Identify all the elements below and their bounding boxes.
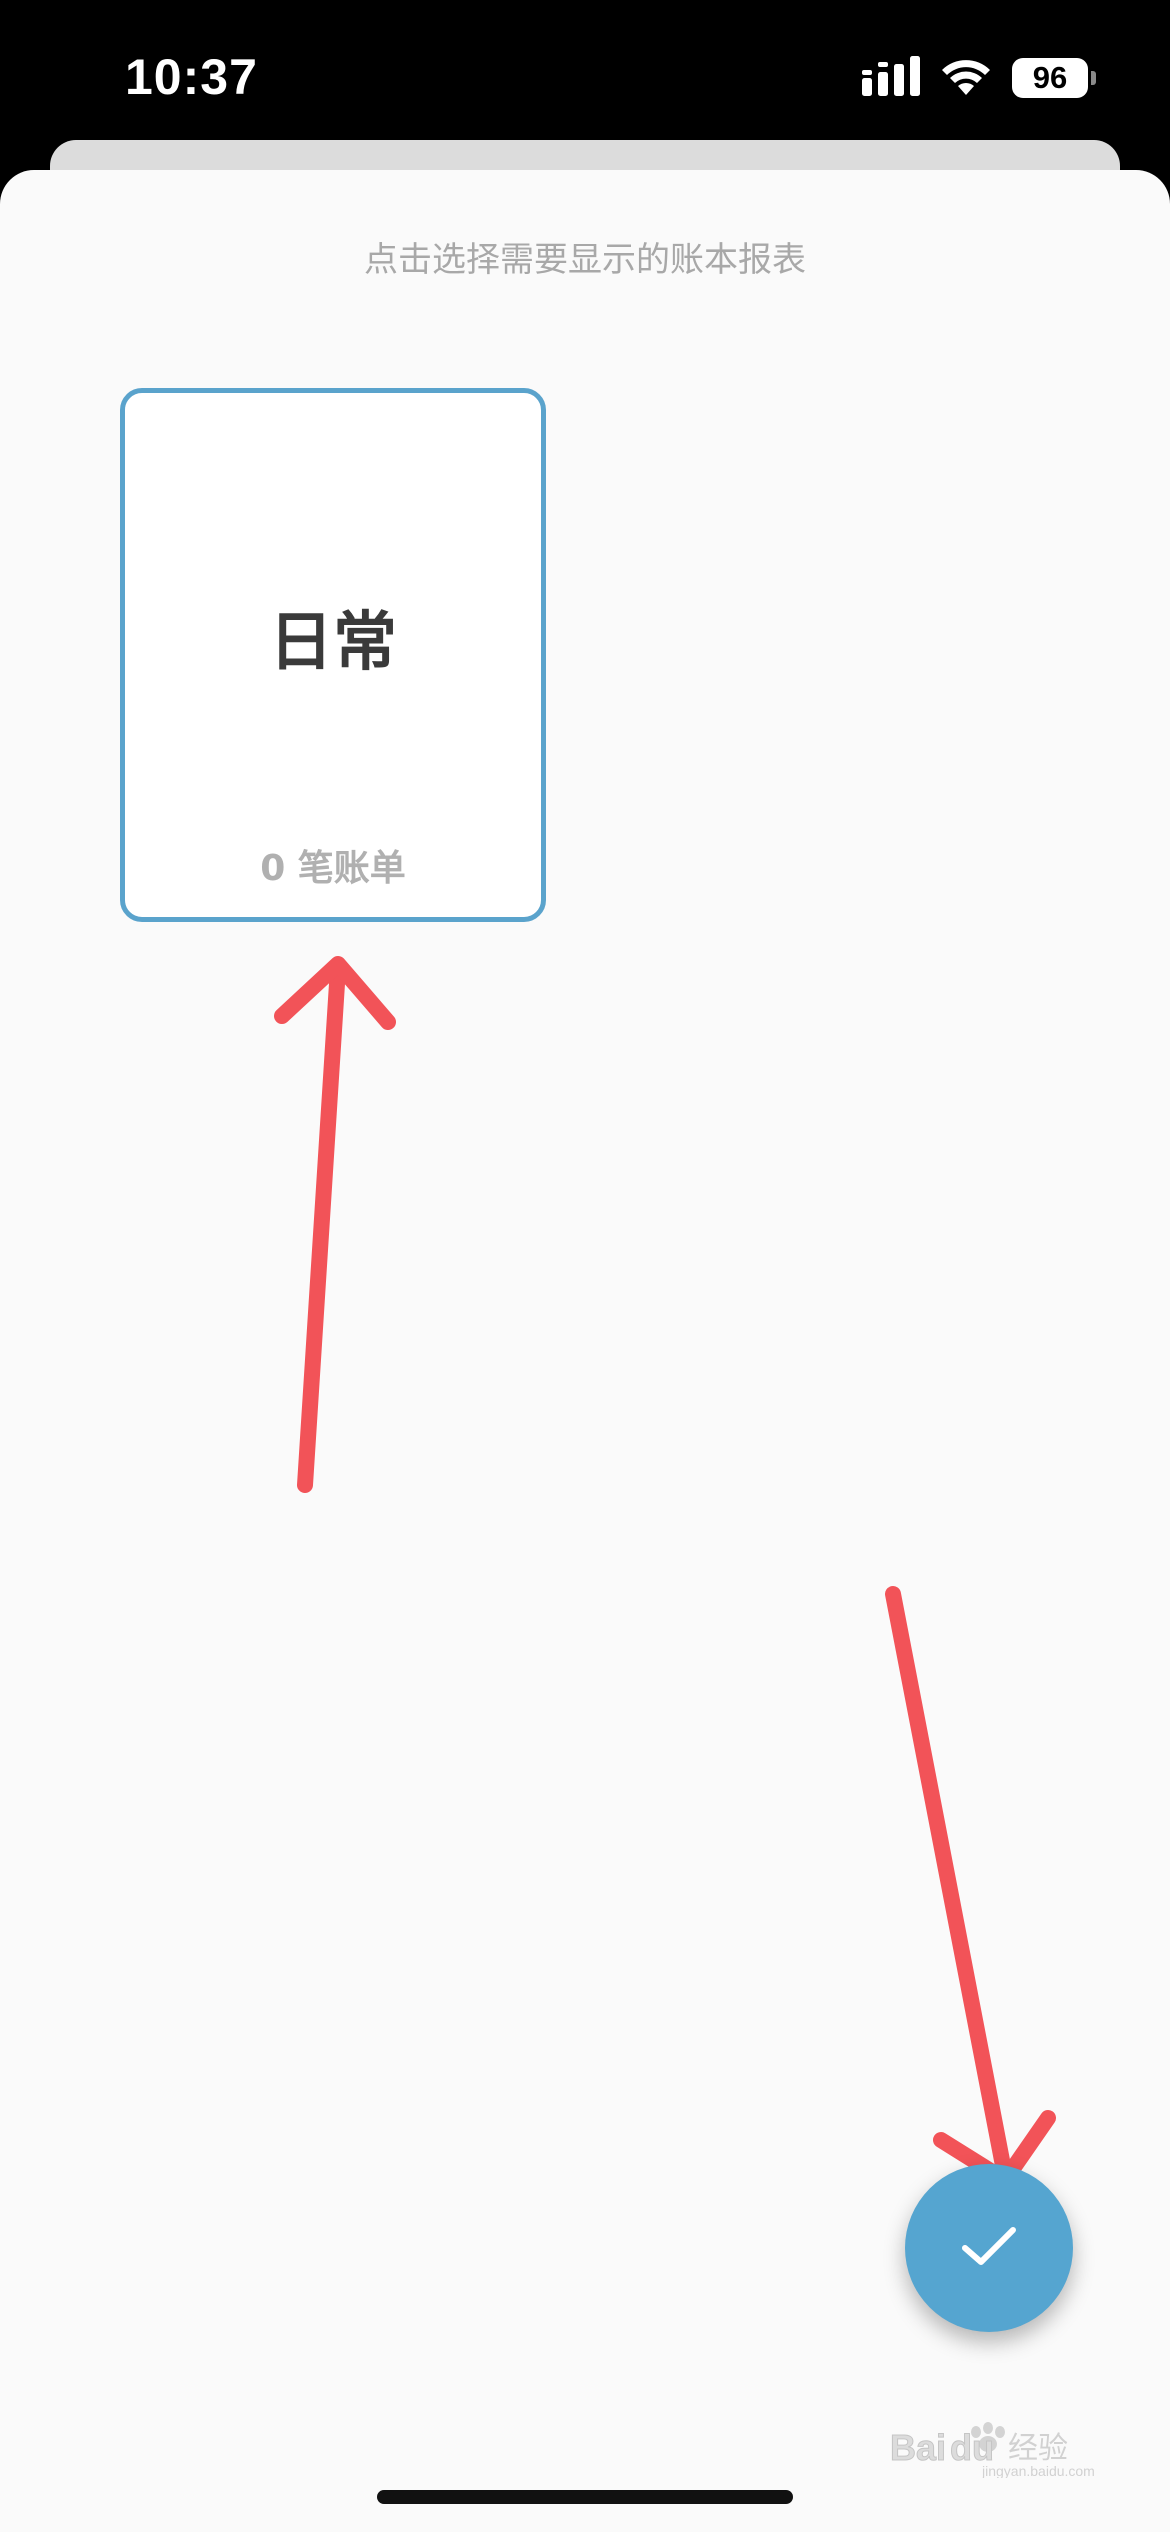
screen: 10:37 96 点击选择需要显示的账本报表 日常 0 笔账单 Bai du 经… (0, 0, 1170, 2532)
battery-nub (1091, 71, 1096, 85)
ledger-card[interactable]: 日常 0 笔账单 (120, 388, 546, 922)
baidu-jingyan-watermark: Bai du 经验 jingyan.baidu.com (890, 2422, 1095, 2478)
ledger-bill-count: 0 笔账单 (260, 848, 406, 889)
svg-text:经验: 经验 (1008, 2431, 1068, 2466)
sheet-hint: 点击选择需要显示的账本报表 (364, 240, 806, 280)
ledger-name: 日常 (269, 606, 397, 680)
home-indicator[interactable] (377, 2490, 793, 2504)
svg-text:jingyan.baidu.com: jingyan.baidu.com (981, 2463, 1095, 2478)
svg-text:du: du (950, 2427, 994, 2468)
status-time: 10:37 (125, 49, 258, 105)
checkmark-icon (961, 2224, 1017, 2272)
battery-level: 96 (1032, 60, 1068, 95)
battery-indicator: 96 (1012, 58, 1096, 98)
status-bar: 10:37 96 (0, 0, 1170, 150)
status-icons: 96 (862, 56, 1096, 100)
cellular-signal-icon (862, 56, 920, 100)
confirm-button[interactable] (905, 2164, 1073, 2332)
wifi-icon (940, 57, 992, 99)
svg-text:Bai: Bai (890, 2427, 946, 2468)
